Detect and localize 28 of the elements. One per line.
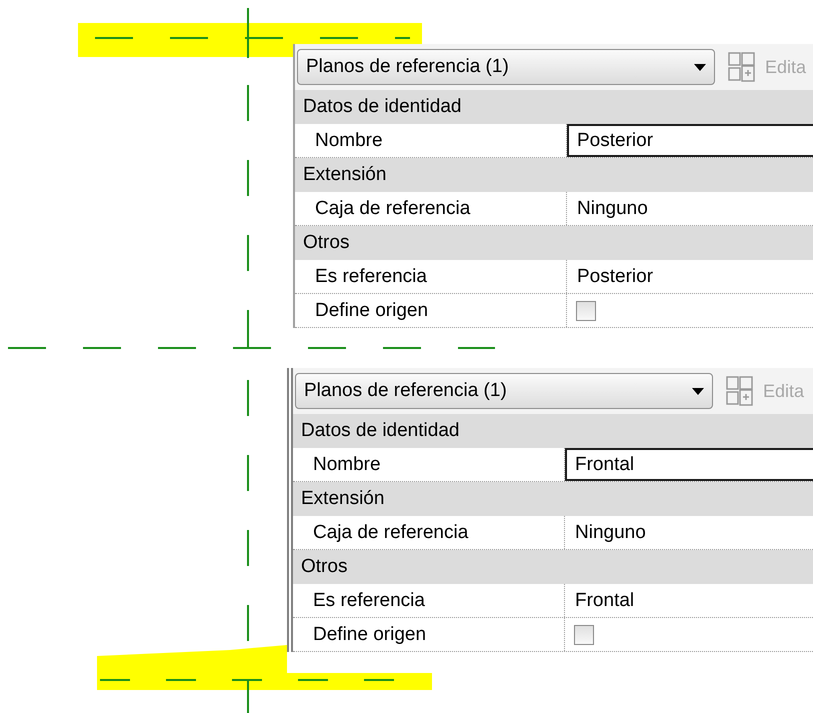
type-properties-icon — [727, 51, 757, 83]
caret-icon — [694, 64, 706, 70]
checkbox[interactable] — [576, 300, 596, 320]
checkbox[interactable] — [574, 624, 594, 644]
property-value: Frontal — [574, 589, 636, 613]
property-label: Define origen — [295, 294, 567, 327]
property-value[interactable]: Posterior — [567, 124, 813, 157]
type-selector-dropdown[interactable]: Planos de referencia (1) — [295, 373, 713, 409]
property-label: Es referencia — [295, 260, 567, 293]
category-header: Extensión — [293, 482, 813, 516]
property-value: Posterior — [576, 265, 654, 289]
property-value: Ninguno — [576, 197, 649, 221]
property-label: Define origen — [293, 618, 565, 651]
property-label: Nombre — [295, 124, 567, 157]
property-label: Nombre — [293, 448, 565, 481]
category-header: Extensión — [295, 158, 813, 192]
property-value: Ninguno — [574, 521, 647, 545]
category-header: Otros — [295, 226, 813, 260]
category-header: Otros — [293, 550, 813, 584]
category-header: Datos de identidad — [295, 90, 813, 124]
type-selector-dropdown[interactable]: Planos de referencia (1) — [297, 49, 715, 85]
property-label: Caja de referencia — [295, 192, 567, 225]
property-value[interactable]: Frontal — [565, 448, 813, 481]
type-properties-icon — [725, 375, 755, 407]
property-label: Caja de referencia — [293, 516, 565, 549]
property-label: Es referencia — [293, 584, 565, 617]
caret-icon — [692, 388, 704, 394]
category-header: Datos de identidad — [293, 414, 813, 448]
